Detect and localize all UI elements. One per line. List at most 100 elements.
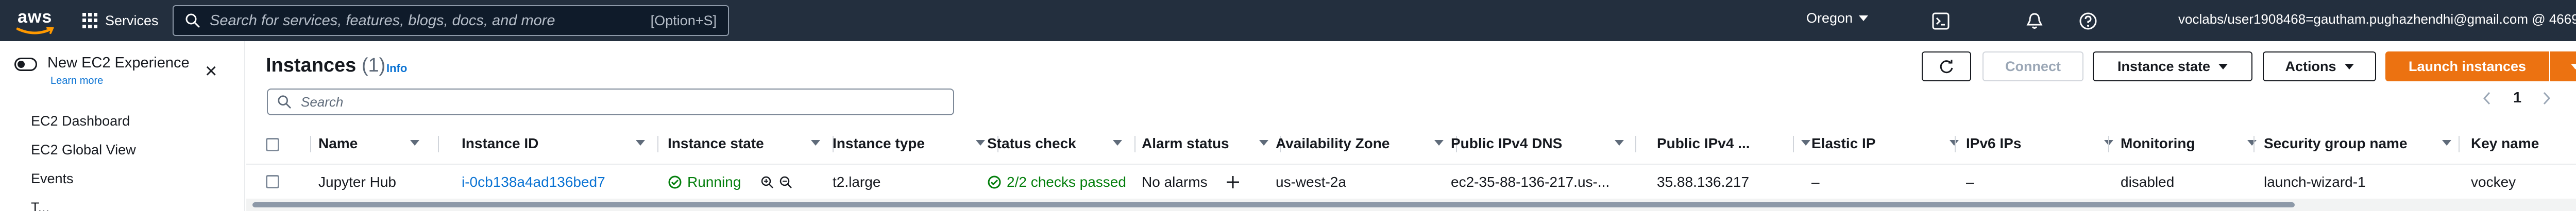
- sort-icon: [811, 140, 820, 146]
- sort-icon: [1259, 140, 1268, 146]
- instance-state-label: Instance state: [2117, 58, 2211, 74]
- header-label: Status check: [987, 135, 1076, 151]
- cell-alarm-status: No alarms: [1142, 166, 1276, 199]
- info-link[interactable]: Info: [386, 62, 407, 75]
- grid-icon: [82, 13, 98, 28]
- account-menu[interactable]: voclabs/user1908468=gautham.pughazhendhi…: [2178, 11, 2576, 27]
- cell-key-name: vockey: [2471, 174, 2516, 190]
- filter-placeholder: Search: [301, 94, 344, 110]
- cell-monitoring: disabled: [2121, 174, 2175, 190]
- column-divider: [2253, 136, 2255, 152]
- cell-public-dns: ec2-35-88-136-217.us-...: [1451, 174, 1610, 190]
- help-icon[interactable]: [2078, 11, 2098, 31]
- sidebar-item-ec2-global-view[interactable]: EC2 Global View: [31, 142, 136, 158]
- column-header-alarm-status[interactable]: Alarm status: [1142, 124, 1276, 164]
- chevron-down-icon: [2218, 63, 2228, 69]
- column-divider: [657, 136, 658, 152]
- column-header-key-name[interactable]: Key name: [2471, 124, 2576, 164]
- search-icon: [278, 95, 291, 109]
- refresh-icon: [1940, 60, 1953, 74]
- notifications-bell-icon[interactable]: [2025, 11, 2044, 31]
- connect-button[interactable]: Connect: [1982, 51, 2083, 81]
- instance-state-text: Running: [687, 174, 741, 190]
- aws-logo-text: aws: [18, 7, 53, 27]
- status-check-text: 2/2 checks passed: [1007, 174, 1126, 190]
- search-placeholder: Search for services, features, blogs, do…: [210, 12, 555, 29]
- column-header-monitoring[interactable]: Monitoring: [2121, 124, 2264, 164]
- chevron-down-icon: [1859, 15, 1869, 21]
- region-selector[interactable]: Oregon: [1806, 10, 1869, 26]
- column-header-instance-id[interactable]: Instance ID: [462, 124, 652, 164]
- add-alarm-icon[interactable]: [1225, 174, 1241, 190]
- check-circle-icon: [668, 175, 682, 189]
- header-label: Availability Zone: [1276, 135, 1390, 151]
- services-menu-button[interactable]: Services: [82, 9, 159, 32]
- cloudshell-icon[interactable]: [1931, 11, 1951, 31]
- column-divider: [1635, 136, 1636, 152]
- column-header-security-group[interactable]: Security group name: [2264, 124, 2459, 164]
- aws-logo[interactable]: aws: [14, 5, 56, 37]
- page-title: Instances (1): [266, 55, 385, 77]
- sort-icon: [410, 140, 419, 146]
- instance-count: (1): [361, 55, 386, 76]
- instance-state-dropdown[interactable]: Instance state: [2093, 51, 2252, 81]
- sort-icon: [2442, 140, 2451, 146]
- select-all-checkbox[interactable]: [266, 138, 279, 151]
- sidebar-item-events[interactable]: Events: [31, 171, 74, 187]
- next-page-icon[interactable]: [2541, 91, 2552, 106]
- column-divider: [1793, 136, 1794, 152]
- column-header-name[interactable]: Name: [318, 124, 427, 164]
- header-label: Instance state: [668, 135, 764, 151]
- column-header-instance-type[interactable]: Instance type: [833, 124, 992, 164]
- region-label: Oregon: [1806, 10, 1853, 26]
- zoom-out-icon[interactable]: [779, 175, 792, 189]
- header-label: Name: [318, 135, 358, 151]
- scrollbar-thumb[interactable]: [252, 202, 2295, 207]
- sidebar-item-ec2-dashboard[interactable]: EC2 Dashboard: [31, 113, 130, 129]
- cell-instance-state: Running: [668, 166, 827, 199]
- header-label: Public IPv4 ...: [1657, 135, 1750, 151]
- toggle-knob: [18, 61, 25, 68]
- close-icon[interactable]: ×: [205, 61, 217, 81]
- cell-security-group: launch-wizard-1: [2264, 174, 2366, 190]
- current-page-number[interactable]: 1: [2513, 90, 2521, 107]
- previous-page-icon[interactable]: [2481, 91, 2493, 106]
- sort-icon: [976, 140, 985, 146]
- column-header-status-check[interactable]: Status check: [987, 124, 1129, 164]
- column-divider: [1955, 136, 1956, 152]
- cell-instance-id-link[interactable]: i-0cb138a4ad136bed7: [462, 166, 652, 199]
- column-header-availability-zone[interactable]: Availability Zone: [1276, 124, 1451, 164]
- new-experience-toggle[interactable]: [14, 58, 37, 71]
- global-search-input[interactable]: Search for services, features, blogs, do…: [173, 5, 729, 36]
- sort-icon: [636, 140, 645, 146]
- instance-filter-input[interactable]: Search: [267, 89, 954, 115]
- column-divider: [1134, 136, 1136, 152]
- header-label: Key name: [2471, 135, 2539, 151]
- actions-dropdown[interactable]: Actions: [2263, 51, 2376, 81]
- header-label: Instance ID: [462, 135, 539, 151]
- column-divider: [310, 136, 311, 152]
- row-select-checkbox[interactable]: [266, 175, 279, 188]
- refresh-button[interactable]: [1922, 51, 1971, 81]
- learn-more-link[interactable]: Learn more: [50, 75, 103, 87]
- launch-options-dropdown[interactable]: [2550, 51, 2576, 81]
- column-header-elastic-ip[interactable]: Elastic IP: [1811, 124, 1966, 164]
- column-header-ipv6[interactable]: IPv6 IPs: [1966, 124, 2121, 164]
- column-header-instance-state[interactable]: Instance state: [668, 124, 827, 164]
- sidebar-item-truncated[interactable]: T...: [31, 200, 49, 211]
- top-navigation-bar: aws Services Search for services, featur…: [0, 0, 2576, 41]
- cell-status-check: 2/2 checks passed: [987, 166, 1131, 199]
- column-header-public-dns[interactable]: Public IPv4 DNS: [1451, 124, 1631, 164]
- header-label: Security group name: [2264, 135, 2408, 151]
- table-row[interactable]: Jupyter Hub i-0cb138a4ad136bed7 Running …: [246, 166, 2576, 199]
- services-label: Services: [105, 12, 159, 28]
- search-shortcut-hint: [Option+S]: [650, 12, 717, 28]
- launch-instances-label: Launch instances: [2408, 58, 2527, 74]
- header-label: Alarm status: [1142, 135, 1229, 151]
- horizontal-scrollbar[interactable]: [246, 199, 2576, 211]
- search-icon: [185, 13, 200, 28]
- sort-icon: [2247, 140, 2257, 146]
- cell-instance-type: t2.large: [833, 174, 881, 190]
- zoom-in-icon[interactable]: [760, 175, 774, 189]
- launch-instances-button[interactable]: Launch instances: [2385, 51, 2549, 81]
